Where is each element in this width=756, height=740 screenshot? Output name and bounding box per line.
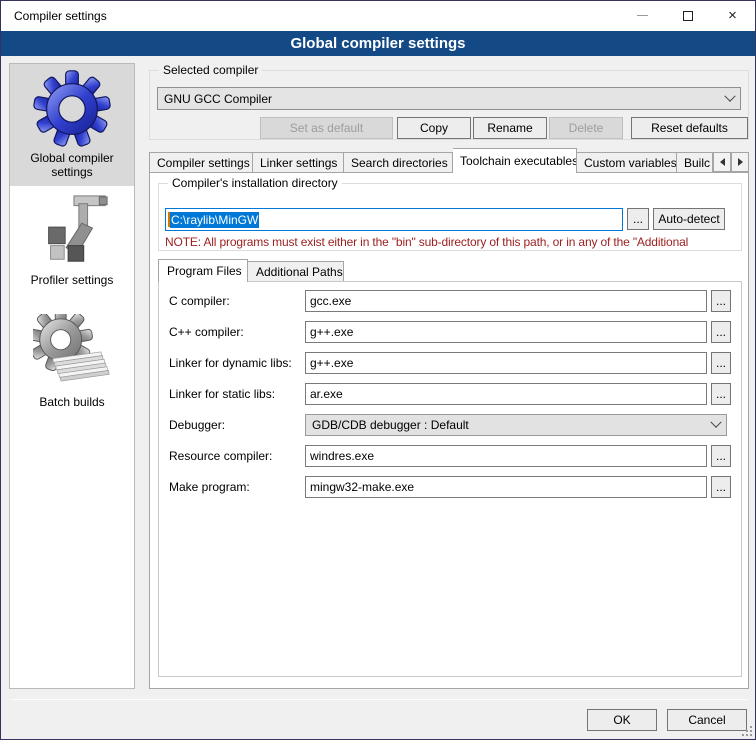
blue-gear-icon <box>33 70 111 148</box>
close-button[interactable]: × <box>710 1 755 30</box>
rename-button[interactable]: Rename <box>473 117 547 139</box>
selected-compiler-group: Selected compiler GNU GCC Compiler Set a… <box>149 70 749 140</box>
tab-compiler-settings[interactable]: Compiler settings <box>149 152 253 173</box>
gray-gear-stack-icon <box>33 314 111 392</box>
linker-static-browse-button[interactable]: ... <box>711 383 731 405</box>
window-controls: × <box>620 1 755 30</box>
tab-scroll-left-button[interactable] <box>713 152 731 172</box>
subtab-program-files[interactable]: Program Files <box>158 259 248 282</box>
c-compiler-row: C compiler: ... <box>159 290 743 313</box>
delete-button[interactable]: Delete <box>549 117 623 139</box>
field-label: Debugger: <box>169 418 225 432</box>
bin-subdirectory-note: NOTE: All programs must exist either in … <box>165 235 741 249</box>
settings-category-sidebar: Global compiler settings Profiler settin… <box>9 63 135 689</box>
tab-scroll-right-icon <box>738 158 747 166</box>
compiler-settings-window: Compiler settings × Global compiler sett… <box>0 0 756 740</box>
debugger-value: GDB/CDB debugger : Default <box>312 418 712 432</box>
tab-build-options-truncated[interactable]: Builc <box>677 152 713 173</box>
maximize-icon <box>683 11 693 21</box>
installation-directory-input[interactable]: C:\raylib\MinGW <box>165 208 623 231</box>
reset-defaults-button[interactable]: Reset defaults <box>631 117 748 139</box>
installation-directory-group: Compiler's installation directory C:\ray… <box>158 183 742 251</box>
group-label: Compiler's installation directory <box>168 176 342 190</box>
copy-button[interactable]: Copy <box>397 117 471 139</box>
minimize-icon <box>637 15 648 16</box>
resource-compiler-browse-button[interactable]: ... <box>711 445 731 467</box>
tab-custom-variables[interactable]: Custom variables <box>577 152 677 173</box>
cpp-compiler-input[interactable] <box>305 321 707 343</box>
c-compiler-input[interactable] <box>305 290 707 312</box>
caliper-icon <box>33 192 111 270</box>
linker-dynamic-input[interactable] <box>305 352 707 374</box>
cancel-button[interactable]: Cancel <box>667 709 747 731</box>
field-label: Linker for static libs: <box>169 387 275 401</box>
tab-linker-settings[interactable]: Linker settings <box>253 152 344 173</box>
subtab-additional-paths[interactable]: Additional Paths <box>248 261 344 282</box>
window-title: Compiler settings <box>14 9 107 23</box>
selected-compiler-value: GNU GCC Compiler <box>164 92 726 106</box>
field-label: Resource compiler: <box>169 449 272 463</box>
settings-tab-strip: Compiler settings Linker settings Search… <box>149 148 749 173</box>
toolchain-executables-page: Compiler's installation directory C:\ray… <box>149 172 749 689</box>
sidebar-item-batch-builds[interactable]: Batch builds <box>10 308 134 430</box>
tab-search-directories[interactable]: Search directories <box>344 152 453 173</box>
linker-static-row: Linker for static libs: ... <box>159 383 743 406</box>
sidebar-item-global-compiler-settings[interactable]: Global compiler settings <box>10 64 134 186</box>
field-label: C compiler: <box>169 294 230 308</box>
minimize-button[interactable] <box>620 1 665 30</box>
debugger-dropdown[interactable]: GDB/CDB debugger : Default <box>305 414 727 436</box>
group-label: Selected compiler <box>159 63 262 77</box>
ok-button[interactable]: OK <box>587 709 657 731</box>
sidebar-item-profiler-settings[interactable]: Profiler settings <box>10 186 134 308</box>
close-icon: × <box>728 8 737 23</box>
executables-subtab-strip: Program Files Additional Paths <box>158 259 344 282</box>
c-compiler-browse-button[interactable]: ... <box>711 290 731 312</box>
tab-scroll-right-button[interactable] <box>731 152 749 172</box>
tab-toolchain-executables[interactable]: Toolchain executables <box>453 148 577 173</box>
resource-compiler-input[interactable] <box>305 445 707 467</box>
field-label: C++ compiler: <box>169 325 244 339</box>
linker-dynamic-row: Linker for dynamic libs: ... <box>159 352 743 375</box>
sidebar-item-label: Profiler settings <box>31 273 114 287</box>
auto-detect-button[interactable]: Auto-detect <box>653 208 725 230</box>
browse-directory-button[interactable]: ... <box>627 208 649 230</box>
program-files-panel: C compiler: ... C++ compiler: ... Linker… <box>158 281 742 677</box>
resize-grip[interactable] <box>742 726 752 736</box>
field-label: Linker for dynamic libs: <box>169 356 292 370</box>
chevron-down-icon <box>724 90 735 101</box>
set-as-default-button[interactable]: Set as default <box>260 117 393 139</box>
selected-path-text: C:\raylib\MinGW <box>170 212 259 228</box>
resource-compiler-row: Resource compiler: ... <box>159 445 743 468</box>
linker-dynamic-browse-button[interactable]: ... <box>711 352 731 374</box>
dialog-heading: Global compiler settings <box>1 31 755 56</box>
make-program-input[interactable] <box>305 476 707 498</box>
linker-static-input[interactable] <box>305 383 707 405</box>
cpp-compiler-browse-button[interactable]: ... <box>711 321 731 343</box>
tab-scroll-left-icon <box>716 158 725 166</box>
make-program-row: Make program: ... <box>159 476 743 499</box>
debugger-row: Debugger: GDB/CDB debugger : Default <box>159 414 743 437</box>
chevron-down-icon <box>710 417 721 428</box>
maximize-button[interactable] <box>665 1 710 30</box>
sidebar-item-label: Batch builds <box>39 395 104 409</box>
make-program-browse-button[interactable]: ... <box>711 476 731 498</box>
field-label: Make program: <box>169 480 250 494</box>
selected-compiler-dropdown[interactable]: GNU GCC Compiler <box>157 87 741 110</box>
cpp-compiler-row: C++ compiler: ... <box>159 321 743 344</box>
sidebar-item-label: Global compiler settings <box>10 151 134 179</box>
footer-separator <box>11 699 747 700</box>
